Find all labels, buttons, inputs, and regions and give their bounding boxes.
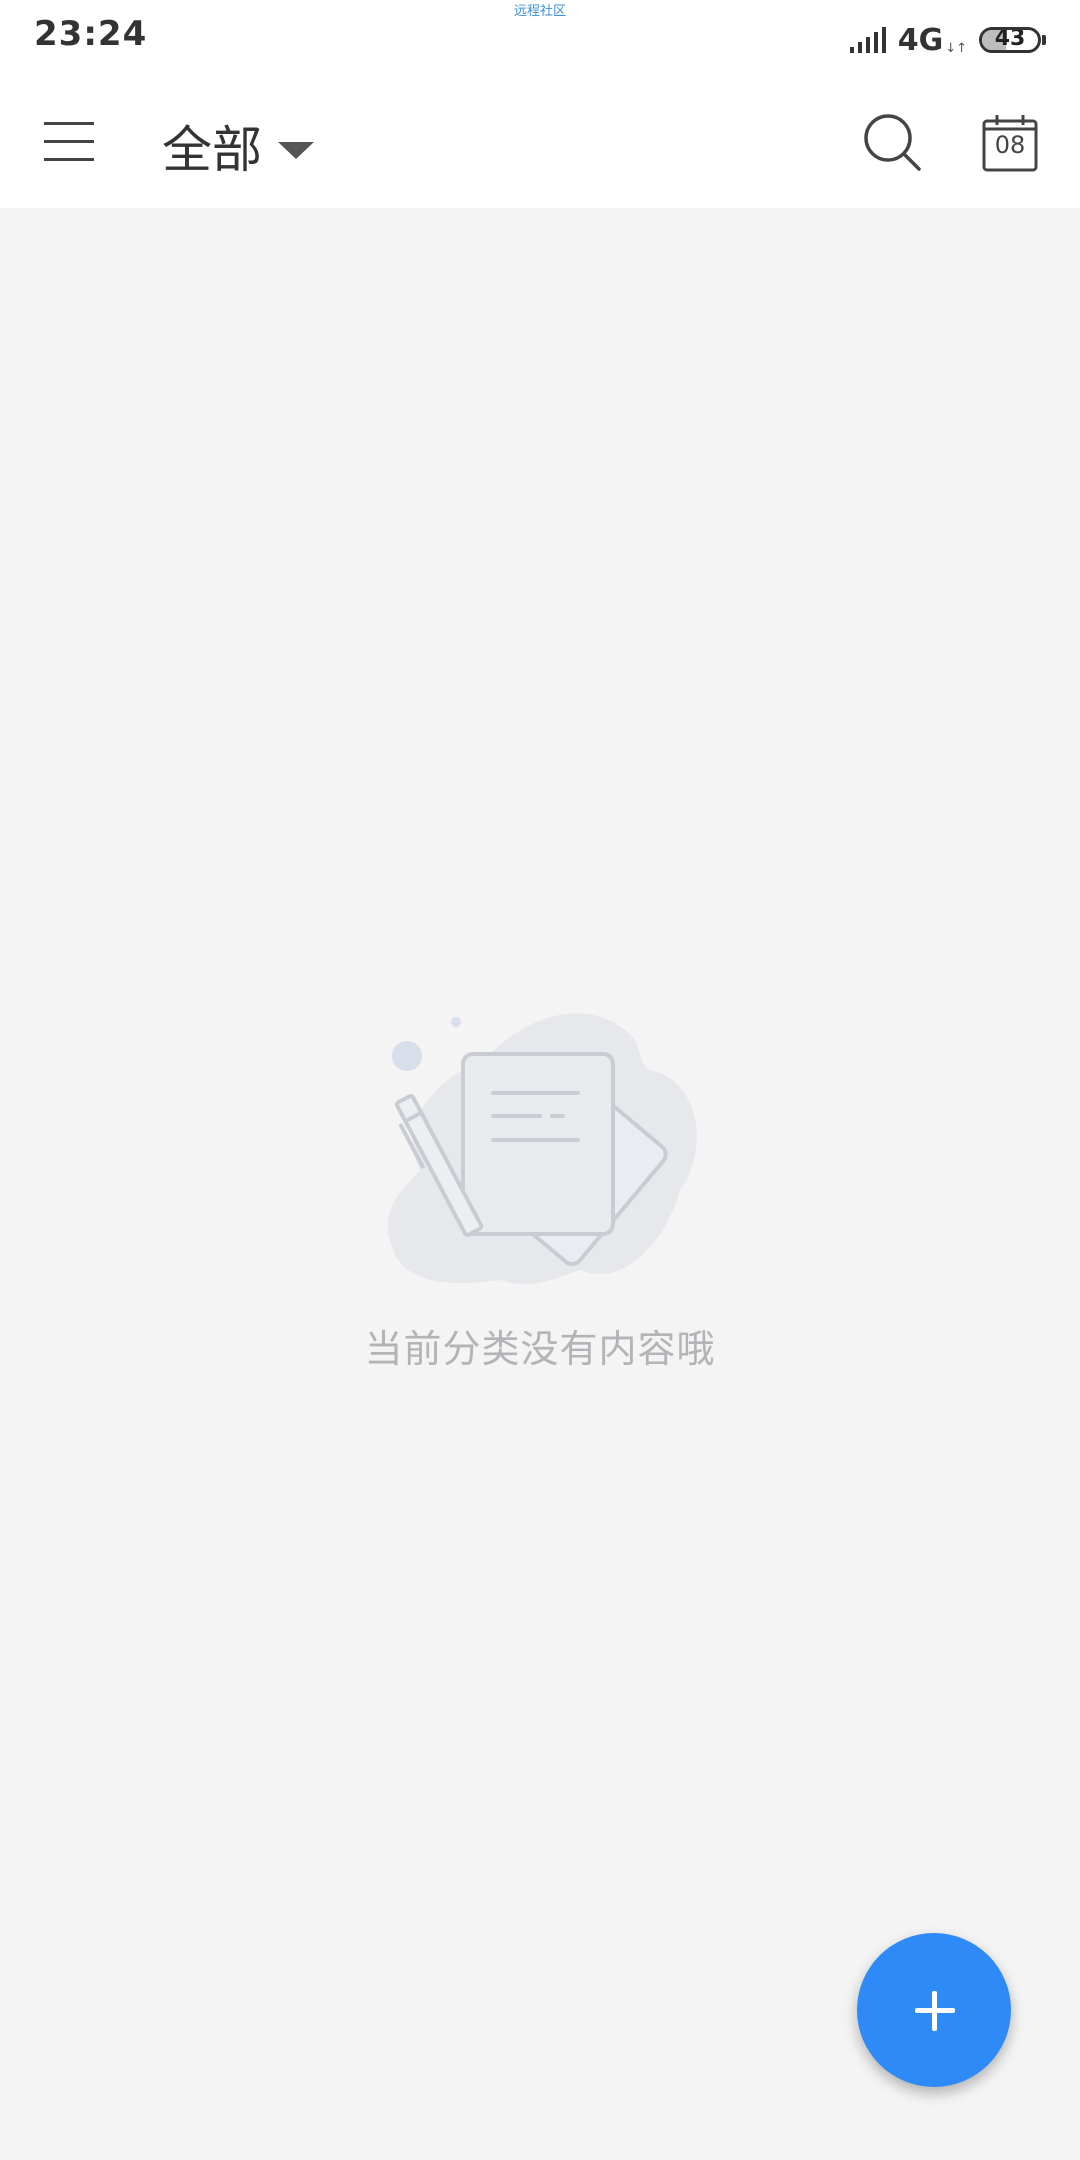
network-activity-icon: ↓↑ bbox=[945, 41, 967, 56]
status-bar: 23:24 远程社区 4G ↓↑ 43 bbox=[0, 0, 1080, 78]
app-bar: 全部 08 bbox=[0, 78, 1080, 208]
calendar-icon[interactable]: 08 bbox=[982, 114, 1038, 172]
status-center-label: 远程社区 bbox=[513, 4, 566, 19]
add-note-button[interactable] bbox=[857, 1933, 1011, 2087]
chevron-down-icon bbox=[278, 141, 314, 159]
status-time: 23:24 bbox=[34, 14, 148, 54]
empty-notes-illustration bbox=[387, 1013, 697, 1285]
empty-state-message: 当前分类没有内容哦 bbox=[364, 1327, 716, 1371]
battery-icon: 43 bbox=[979, 27, 1041, 53]
battery-tip bbox=[1042, 35, 1046, 45]
status-indicators: 4G ↓↑ 43 bbox=[848, 20, 1046, 60]
category-label: 全部 bbox=[162, 121, 262, 179]
signal-strength-icon bbox=[849, 27, 886, 53]
category-dropdown[interactable]: 全部 bbox=[162, 110, 314, 182]
hamburger-menu-icon[interactable] bbox=[40, 116, 96, 168]
battery-percent: 43 bbox=[994, 27, 1026, 51]
notes-app-screen: 23:24 远程社区 4G ↓↑ 43 全部 08 当前分类没有内容哦 bbox=[0, 0, 1080, 2160]
calendar-day: 08 bbox=[994, 131, 1026, 159]
search-icon[interactable] bbox=[862, 112, 924, 174]
plus-icon-vertical bbox=[932, 1991, 937, 2031]
network-type: 4G bbox=[897, 22, 944, 58]
